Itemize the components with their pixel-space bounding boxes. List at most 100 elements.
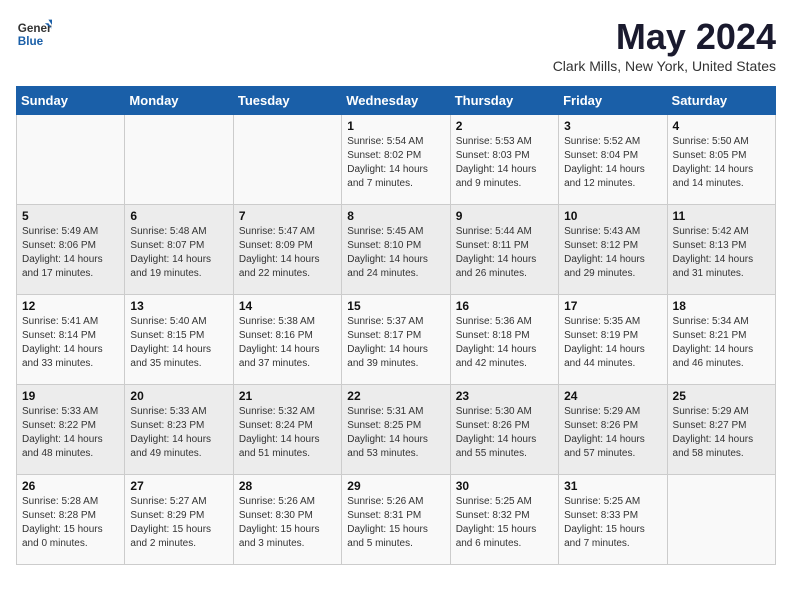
cell-info: Sunrise: 5:34 AM Sunset: 8:21 PM Dayligh… xyxy=(673,315,770,371)
cell-info: Sunrise: 5:40 AM Sunset: 8:15 PM Dayligh… xyxy=(130,315,227,371)
calendar-cell: 12 Sunrise: 5:41 AM Sunset: 8:14 PM Dayli… xyxy=(17,295,125,385)
cell-info: Sunrise: 5:53 AM Sunset: 8:03 PM Dayligh… xyxy=(456,135,553,191)
calendar-cell: 21Sunrise: 5:32 AM Sunset: 8:24 PM Dayli… xyxy=(233,385,341,475)
day-header: Thursday xyxy=(450,87,558,115)
calendar-cell: 25 Sunrise: 5:29 AM Sunset: 8:27 PM Dayli… xyxy=(667,385,775,475)
cell-info: Sunrise: 5:52 AM Sunset: 8:04 PM Dayligh… xyxy=(564,135,661,191)
day-number: 5 xyxy=(22,209,119,223)
month-title: May 2024 xyxy=(553,16,776,58)
calendar-week-row: 5 Sunrise: 5:49 AM Sunset: 8:06 PM Daylig… xyxy=(17,205,776,295)
cell-info: Sunrise: 5:44 AM Sunset: 8:11 PM Dayligh… xyxy=(456,225,553,281)
svg-text:Blue: Blue xyxy=(18,35,44,48)
cell-info: Sunrise: 5:49 AM Sunset: 8:06 PM Dayligh… xyxy=(22,225,119,281)
day-number: 28 xyxy=(239,479,336,493)
day-number: 3 xyxy=(564,119,661,133)
day-number: 9 xyxy=(456,209,553,223)
calendar-cell: 15 Sunrise: 5:37 AM Sunset: 8:17 PM Dayli… xyxy=(342,295,450,385)
calendar-cell: 5 Sunrise: 5:49 AM Sunset: 8:06 PM Daylig… xyxy=(17,205,125,295)
calendar-cell: 6 Sunrise: 5:48 AM Sunset: 8:07 PM Daylig… xyxy=(125,205,233,295)
calendar-cell: 26 Sunrise: 5:28 AM Sunset: 8:28 PM Dayli… xyxy=(17,475,125,565)
calendar-cell: 30 Sunrise: 5:25 AM Sunset: 8:32 PM Dayli… xyxy=(450,475,558,565)
cell-info: Sunrise: 5:30 AM Sunset: 8:26 PM Dayligh… xyxy=(456,405,553,461)
cell-info: Sunrise: 5:25 AM Sunset: 8:32 PM Dayligh… xyxy=(456,495,553,551)
calendar-cell: 20 Sunrise: 5:33 AM Sunset: 8:23 PM Dayli… xyxy=(125,385,233,475)
day-number: 10 xyxy=(564,209,661,223)
calendar-cell xyxy=(125,115,233,205)
day-header: Saturday xyxy=(667,87,775,115)
calendar-cell: 16Sunrise: 5:36 AM Sunset: 8:18 PM Dayli… xyxy=(450,295,558,385)
calendar-cell: 29 Sunrise: 5:26 AM Sunset: 8:31 PM Dayli… xyxy=(342,475,450,565)
logo-icon: General Blue xyxy=(16,16,52,52)
day-number: 17 xyxy=(564,299,661,313)
calendar-header-row: SundayMondayTuesdayWednesdayThursdayFrid… xyxy=(17,87,776,115)
calendar-week-row: 12 Sunrise: 5:41 AM Sunset: 8:14 PM Dayli… xyxy=(17,295,776,385)
calendar-table: SundayMondayTuesdayWednesdayThursdayFrid… xyxy=(16,86,776,565)
calendar-cell: 22Sunrise: 5:31 AM Sunset: 8:25 PM Dayli… xyxy=(342,385,450,475)
day-number: 13 xyxy=(130,299,227,313)
calendar-cell: 1 Sunrise: 5:54 AM Sunset: 8:02 PM Daylig… xyxy=(342,115,450,205)
cell-info: Sunrise: 5:35 AM Sunset: 8:19 PM Dayligh… xyxy=(564,315,661,371)
day-number: 19 xyxy=(22,389,119,403)
day-number: 12 xyxy=(22,299,119,313)
day-number: 6 xyxy=(130,209,227,223)
cell-info: Sunrise: 5:45 AM Sunset: 8:10 PM Dayligh… xyxy=(347,225,444,281)
calendar-cell: 11 Sunrise: 5:42 AM Sunset: 8:13 PM Dayli… xyxy=(667,205,775,295)
calendar-cell: 18 Sunrise: 5:34 AM Sunset: 8:21 PM Dayli… xyxy=(667,295,775,385)
calendar-cell: 14 Sunrise: 5:38 AM Sunset: 8:16 PM Dayli… xyxy=(233,295,341,385)
calendar-cell: 27Sunrise: 5:27 AM Sunset: 8:29 PM Dayli… xyxy=(125,475,233,565)
calendar-cell: 8 Sunrise: 5:45 AM Sunset: 8:10 PM Daylig… xyxy=(342,205,450,295)
cell-info: Sunrise: 5:43 AM Sunset: 8:12 PM Dayligh… xyxy=(564,225,661,281)
cell-info: Sunrise: 5:41 AM Sunset: 8:14 PM Dayligh… xyxy=(22,315,119,371)
day-number: 23 xyxy=(456,389,553,403)
day-header: Sunday xyxy=(17,87,125,115)
cell-info: Sunrise: 5:37 AM Sunset: 8:17 PM Dayligh… xyxy=(347,315,444,371)
cell-info: Sunrise: 5:42 AM Sunset: 8:13 PM Dayligh… xyxy=(673,225,770,281)
cell-info: Sunrise: 5:36 AM Sunset: 8:18 PM Dayligh… xyxy=(456,315,553,371)
calendar-week-row: 1 Sunrise: 5:54 AM Sunset: 8:02 PM Daylig… xyxy=(17,115,776,205)
day-number: 30 xyxy=(456,479,553,493)
calendar-cell: 28 Sunrise: 5:26 AM Sunset: 8:30 PM Dayli… xyxy=(233,475,341,565)
calendar-cell: 23 Sunrise: 5:30 AM Sunset: 8:26 PM Dayli… xyxy=(450,385,558,475)
day-number: 18 xyxy=(673,299,770,313)
calendar-week-row: 19Sunrise: 5:33 AM Sunset: 8:22 PM Dayli… xyxy=(17,385,776,475)
cell-info: Sunrise: 5:26 AM Sunset: 8:31 PM Dayligh… xyxy=(347,495,444,551)
cell-info: Sunrise: 5:31 AM Sunset: 8:25 PM Dayligh… xyxy=(347,405,444,461)
calendar-cell xyxy=(233,115,341,205)
calendar-cell: 2 Sunrise: 5:53 AM Sunset: 8:03 PM Daylig… xyxy=(450,115,558,205)
day-number: 31 xyxy=(564,479,661,493)
cell-info: Sunrise: 5:54 AM Sunset: 8:02 PM Dayligh… xyxy=(347,135,444,191)
cell-info: Sunrise: 5:29 AM Sunset: 8:27 PM Dayligh… xyxy=(673,405,770,461)
day-number: 20 xyxy=(130,389,227,403)
cell-info: Sunrise: 5:29 AM Sunset: 8:26 PM Dayligh… xyxy=(564,405,661,461)
cell-info: Sunrise: 5:33 AM Sunset: 8:23 PM Dayligh… xyxy=(130,405,227,461)
cell-info: Sunrise: 5:47 AM Sunset: 8:09 PM Dayligh… xyxy=(239,225,336,281)
calendar-cell: 24 Sunrise: 5:29 AM Sunset: 8:26 PM Dayli… xyxy=(559,385,667,475)
calendar-cell: 17 Sunrise: 5:35 AM Sunset: 8:19 PM Dayli… xyxy=(559,295,667,385)
day-number: 14 xyxy=(239,299,336,313)
day-number: 29 xyxy=(347,479,444,493)
cell-info: Sunrise: 5:50 AM Sunset: 8:05 PM Dayligh… xyxy=(673,135,770,191)
cell-info: Sunrise: 5:25 AM Sunset: 8:33 PM Dayligh… xyxy=(564,495,661,551)
calendar-cell: 9 Sunrise: 5:44 AM Sunset: 8:11 PM Daylig… xyxy=(450,205,558,295)
day-number: 26 xyxy=(22,479,119,493)
cell-info: Sunrise: 5:28 AM Sunset: 8:28 PM Dayligh… xyxy=(22,495,119,551)
day-number: 24 xyxy=(564,389,661,403)
day-number: 1 xyxy=(347,119,444,133)
day-number: 4 xyxy=(673,119,770,133)
calendar-cell: 3 Sunrise: 5:52 AM Sunset: 8:04 PM Daylig… xyxy=(559,115,667,205)
day-header: Wednesday xyxy=(342,87,450,115)
day-number: 8 xyxy=(347,209,444,223)
cell-info: Sunrise: 5:38 AM Sunset: 8:16 PM Dayligh… xyxy=(239,315,336,371)
calendar-cell: 31 Sunrise: 5:25 AM Sunset: 8:33 PM Dayli… xyxy=(559,475,667,565)
day-number: 25 xyxy=(673,389,770,403)
calendar-cell xyxy=(17,115,125,205)
title-area: May 2024 Clark Mills, New York, United S… xyxy=(553,16,776,74)
calendar-cell: 19Sunrise: 5:33 AM Sunset: 8:22 PM Dayli… xyxy=(17,385,125,475)
cell-info: Sunrise: 5:48 AM Sunset: 8:07 PM Dayligh… xyxy=(130,225,227,281)
day-number: 11 xyxy=(673,209,770,223)
day-number: 15 xyxy=(347,299,444,313)
day-header: Monday xyxy=(125,87,233,115)
day-number: 2 xyxy=(456,119,553,133)
day-header: Tuesday xyxy=(233,87,341,115)
cell-info: Sunrise: 5:26 AM Sunset: 8:30 PM Dayligh… xyxy=(239,495,336,551)
